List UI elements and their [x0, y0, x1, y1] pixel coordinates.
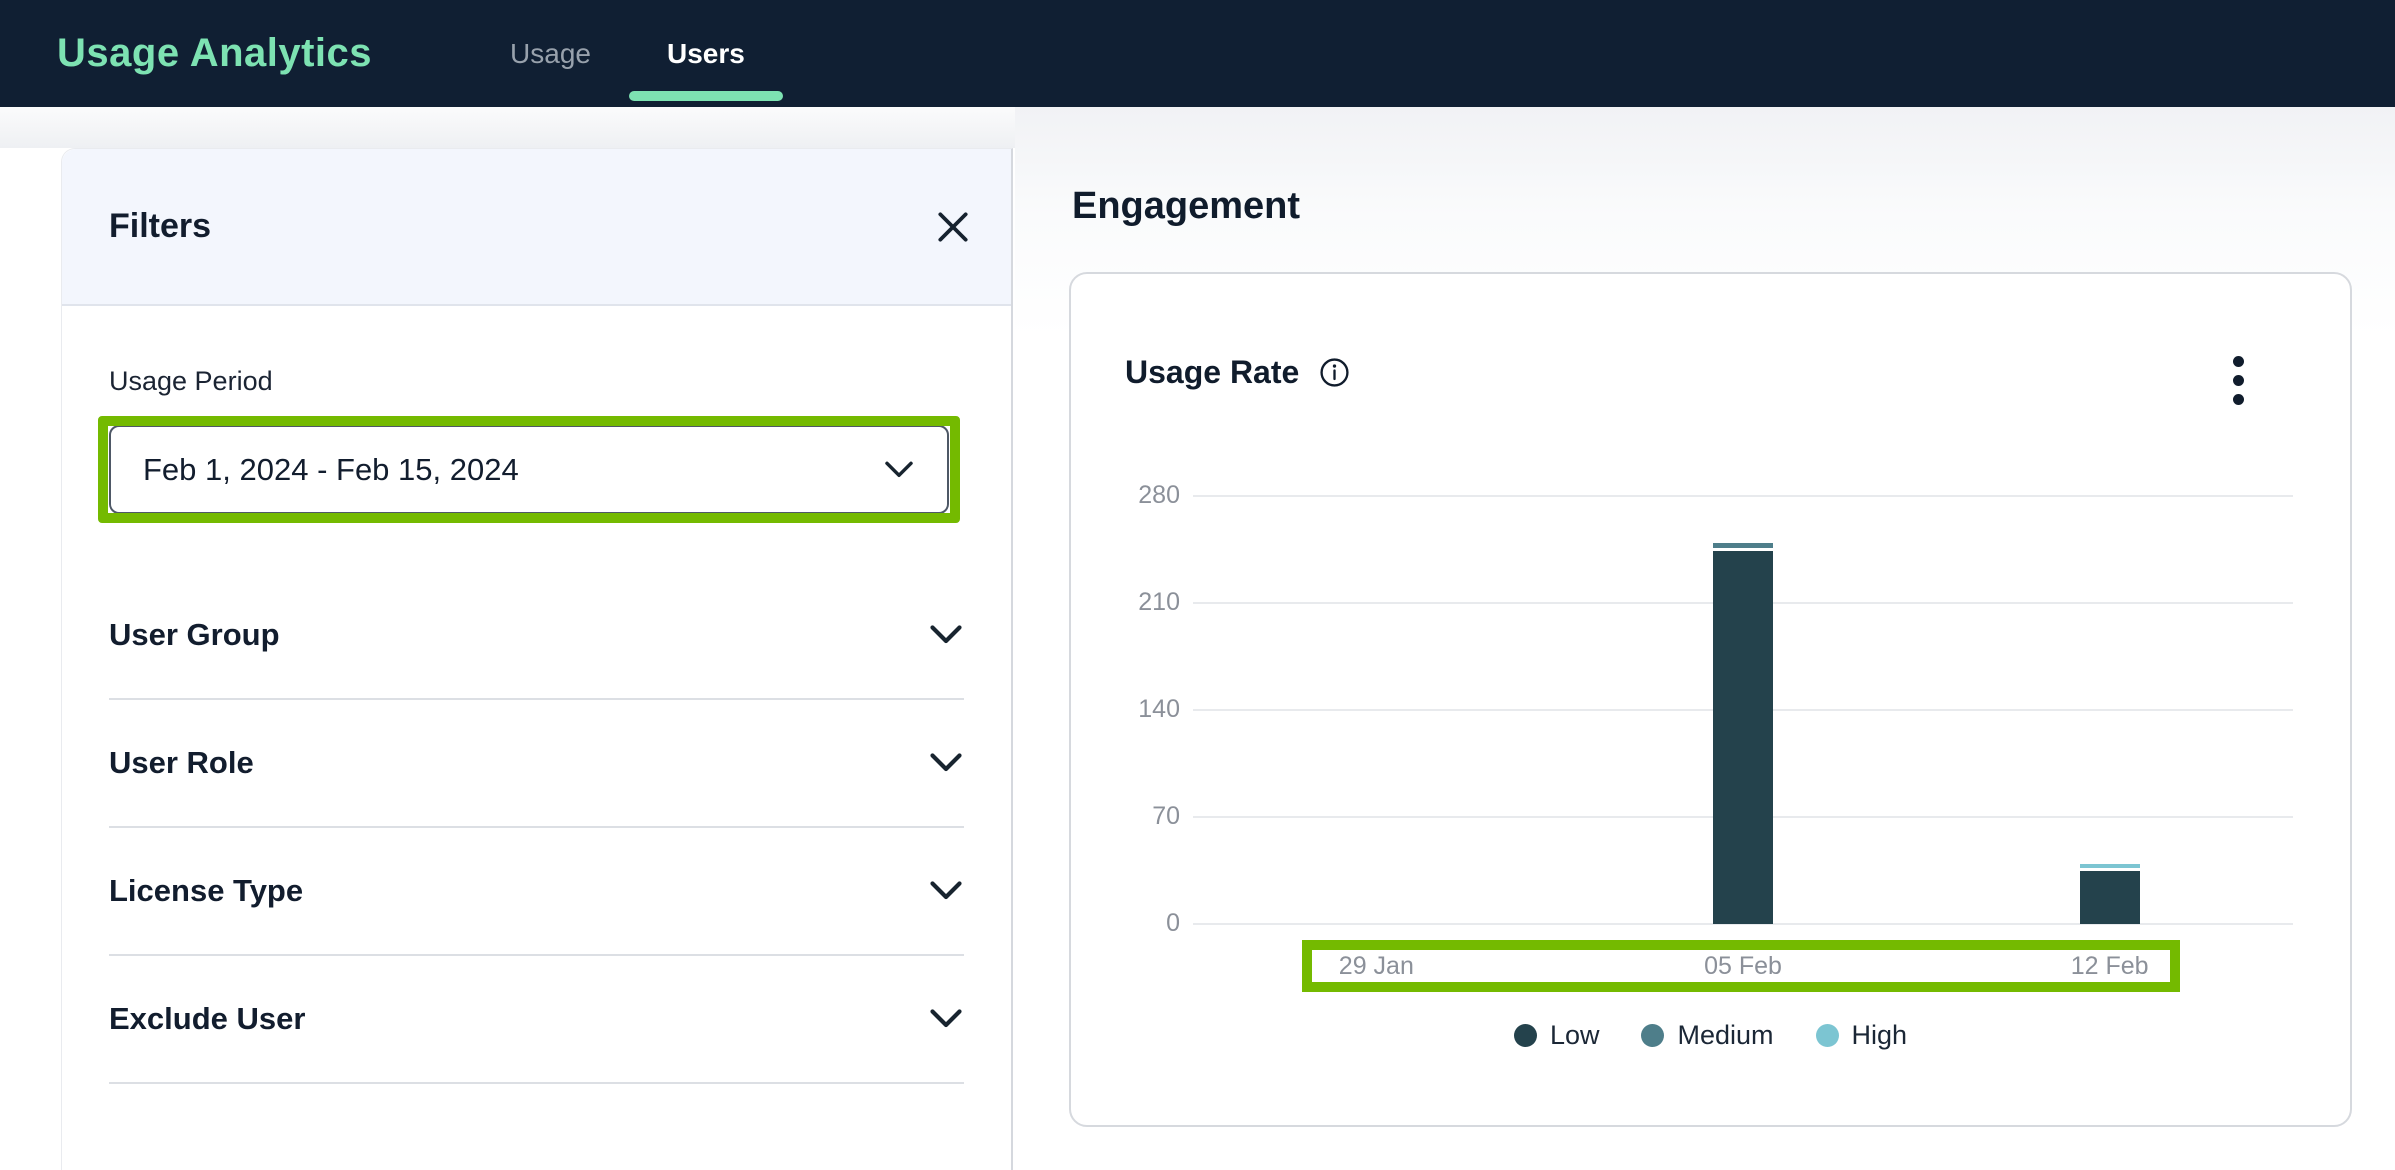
bar-segment-low [2080, 871, 2140, 925]
usage-rate-card: Usage Rate 07014021028029 Jan05 Feb12 Fe… [1069, 272, 2352, 1127]
filter-section-label: User Group [109, 617, 280, 653]
filters-drawer: Filters Usage Period Feb 1, 2024 - Feb 1… [61, 148, 1013, 1170]
active-tab-underline [629, 91, 783, 101]
chevron-down-icon [928, 623, 964, 647]
filters-title: Filters [109, 207, 211, 246]
usage-period-select-wrap: Feb 1, 2024 - Feb 15, 2024 [109, 425, 964, 514]
legend-label: Medium [1677, 1020, 1773, 1051]
y-axis-tick-label: 0 [1030, 909, 1180, 938]
gridline [1193, 495, 2293, 497]
tab-usage[interactable]: Usage [472, 0, 629, 107]
chevron-down-icon [883, 459, 915, 481]
legend-item-low[interactable]: Low [1514, 1020, 1600, 1051]
app-header: Usage Analytics Usage Users [0, 0, 2395, 107]
filter-section-user-role[interactable]: User Role [109, 700, 964, 828]
bar-segment-medium [1713, 543, 1773, 548]
usage-period-value: Feb 1, 2024 - Feb 15, 2024 [143, 452, 519, 488]
tab-users[interactable]: Users [629, 0, 783, 107]
legend-dot [1514, 1024, 1537, 1047]
x-axis-tick-label: 29 Jan [1296, 952, 1456, 981]
legend-label: High [1852, 1020, 1908, 1051]
y-axis-tick-label: 280 [1030, 481, 1180, 510]
x-axis-tick-label: 12 Feb [2030, 952, 2190, 981]
engagement-heading: Engagement [1072, 185, 1300, 228]
chart-legend: Low Medium High [1071, 1020, 2350, 1051]
filter-section-label: Exclude User [109, 1001, 305, 1037]
legend-item-high[interactable]: High [1816, 1020, 1908, 1051]
filter-section-label: User Role [109, 745, 254, 781]
header-tabs: Usage Users [472, 0, 783, 107]
legend-dot [1816, 1024, 1839, 1047]
legend-item-medium[interactable]: Medium [1641, 1020, 1773, 1051]
chevron-down-icon [928, 1007, 964, 1031]
chevron-down-icon [928, 879, 964, 903]
filter-section-exclude-user[interactable]: Exclude User [109, 956, 964, 1084]
app-title: Usage Analytics [57, 31, 372, 76]
y-axis-tick-label: 210 [1030, 588, 1180, 617]
tab-usage-label: Usage [510, 38, 591, 70]
bar-segment-high [2080, 864, 2140, 868]
usage-rate-chart: 07014021028029 Jan05 Feb12 FebLowMediumH… [1071, 274, 2350, 1125]
filters-drawer-header: Filters [62, 149, 1011, 306]
filter-section-user-group[interactable]: User Group [109, 572, 964, 700]
tab-users-label: Users [667, 38, 745, 70]
filter-section-label: License Type [109, 873, 303, 909]
close-icon [934, 208, 972, 246]
legend-dot [1641, 1024, 1664, 1047]
filter-sections: User Group User Role License Type Exclude U… [109, 572, 964, 1084]
chevron-down-icon [928, 751, 964, 775]
y-axis-tick-label: 140 [1030, 695, 1180, 724]
x-axis-tick-label: 05 Feb [1663, 952, 1823, 981]
usage-period-select[interactable]: Feb 1, 2024 - Feb 15, 2024 [109, 425, 949, 514]
close-filters-button[interactable] [931, 205, 975, 249]
legend-label: Low [1550, 1020, 1600, 1051]
y-axis-tick-label: 70 [1030, 802, 1180, 831]
filters-drawer-body: Usage Period Feb 1, 2024 - Feb 15, 2024 … [62, 366, 1011, 1084]
filter-section-license-type[interactable]: License Type [109, 828, 964, 956]
usage-period-label: Usage Period [109, 366, 964, 397]
usage-analytics-screen: Usage Analytics Usage Users Filters [0, 0, 2395, 1170]
bar-segment-low [1713, 551, 1773, 924]
